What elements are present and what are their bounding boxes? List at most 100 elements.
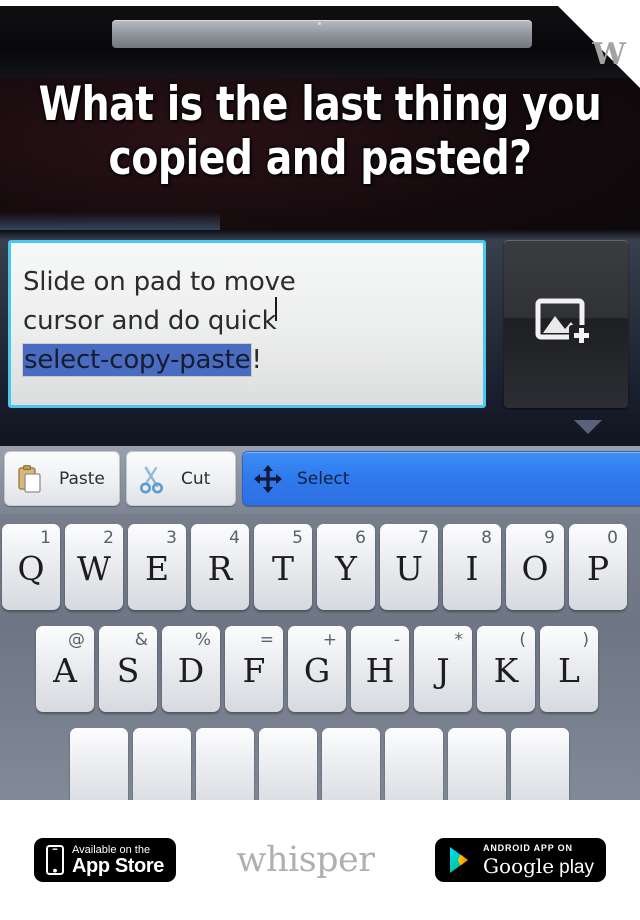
key-blank[interactable] [259,728,317,800]
cut-button[interactable]: Cut [126,451,236,506]
iphone-icon [46,845,64,875]
key-e[interactable]: 3E [128,524,186,610]
selected-text[interactable]: select-copy-paste [23,344,252,376]
scissors-icon [137,464,167,494]
key-main-label: O [521,549,549,588]
device-speaker-bar [112,20,532,48]
trailing-text: ! [251,345,262,375]
corner-badge-letter: W [592,37,626,72]
key-blank[interactable] [196,728,254,800]
chevron-down-icon[interactable] [574,420,602,434]
clipboard-icon [15,464,45,494]
key-k[interactable]: (K [477,626,535,712]
key-g[interactable]: + G [288,626,346,712]
key-alt-label: 6 [355,528,366,548]
key-h[interactable]: -H [351,626,409,712]
key-w[interactable]: 2W [65,524,123,610]
key-s[interactable]: & S [99,626,157,712]
key-l[interactable]: ) L [540,626,598,712]
key-main-label: Y [335,549,357,588]
key-q[interactable]: 1Q [2,524,60,610]
text-line-2: cursor and do quick [23,297,471,341]
key-alt-label: = [259,630,274,650]
whisper-wordmark: whisper [236,840,376,880]
key-o[interactable]: 9O [506,524,564,610]
key-blank[interactable] [70,728,128,800]
key-i[interactable]: 8I [443,524,501,610]
key-main-label: G [303,651,331,690]
google-play-badge[interactable]: ANDROID APP ON Google play [435,838,606,882]
key-main-label: L [558,651,580,690]
key-main-label: S [116,651,140,690]
google-play-title: Google [483,853,555,878]
whisper-corner-badge: W [552,0,640,88]
caption-overlay: What is the last thing you copied and pa… [22,78,617,186]
key-main-label: I [465,549,479,588]
key-main-label: J [436,651,450,690]
message-text-field[interactable]: Slide on pad to move cursor and do quick… [8,240,486,408]
select-button[interactable]: Select [242,451,640,506]
paste-button[interactable]: Paste [4,451,120,506]
key-alt-label: ) [582,630,589,650]
onscreen-keyboard: 1Q2W3E4R5T6Y7U8I9O0P @ A & S% D = F + G - H * J(K) L [0,514,640,800]
key-main-label: F [242,651,266,690]
text-line-1: Slide on pad to move [23,267,296,297]
key-r[interactable]: 4R [191,524,249,610]
key-main-label: D [177,651,205,690]
key-t[interactable]: 5T [254,524,312,610]
device-camera-dot [318,22,321,25]
key-main-label: U [395,549,423,588]
key-alt-label: @ [68,630,85,650]
key-alt-label: 9 [544,528,555,548]
key-alt-label: 8 [481,528,492,548]
device-top-bezel [0,6,640,78]
caption-line-2: copied and pasted? [108,131,532,186]
key-alt-label: ( [519,630,526,650]
app-store-badge[interactable]: Available on the App Store [34,838,176,882]
key-alt-label: 1 [40,528,51,548]
key-a[interactable]: @ A [36,626,94,712]
text-line-3: select-copy-paste! [23,341,471,380]
key-alt-label: + [322,630,337,650]
key-blank[interactable] [385,728,443,800]
keyboard-row-3 [0,728,640,800]
edit-toolbar: Paste Cut Select [0,446,640,514]
key-main-label: A [53,651,77,690]
key-alt-label: 2 [103,528,114,548]
key-alt-label: 7 [418,528,429,548]
attach-image-button[interactable] [504,240,628,408]
key-blank[interactable] [133,728,191,800]
key-main-label: W [77,549,111,588]
text-caret [275,297,278,321]
key-main-label: R [207,549,233,588]
google-play-subtitle: ANDROID APP ON [483,842,573,853]
google-play-title-2: play [559,856,594,878]
compose-screen: Slide on pad to move cursor and do quick… [0,230,640,452]
select-label: Select [297,468,350,489]
key-blank[interactable] [322,728,380,800]
cut-label: Cut [181,468,211,489]
key-blank[interactable] [448,728,506,800]
key-f[interactable]: = F [225,626,283,712]
whisper-post: Slide on pad to move cursor and do quick… [0,0,640,920]
key-main-label: K [493,651,519,690]
key-blank[interactable] [511,728,569,800]
key-main-label: P [586,549,610,588]
key-p[interactable]: 0P [569,524,627,610]
key-alt-label: % [194,630,211,650]
app-footer: Available on the App Store whisper ANDRO… [0,800,640,920]
key-j[interactable]: * J [414,626,472,712]
key-main-label: H [365,651,395,690]
key-y[interactable]: 6Y [317,524,375,610]
key-alt-label: 5 [292,528,303,548]
caption-line-1: What is the last thing you [38,77,602,132]
paste-label: Paste [59,468,105,489]
key-alt-label: - [393,630,400,650]
key-alt-label: 3 [166,528,177,548]
key-main-label: T [271,549,294,588]
key-alt-label: 0 [607,528,618,548]
key-d[interactable]: % D [162,626,220,712]
key-u[interactable]: 7U [380,524,438,610]
keyboard-row-1: 1Q2W3E4R5T6Y7U8I9O0P [0,524,640,610]
key-main-label: Q [17,549,45,588]
